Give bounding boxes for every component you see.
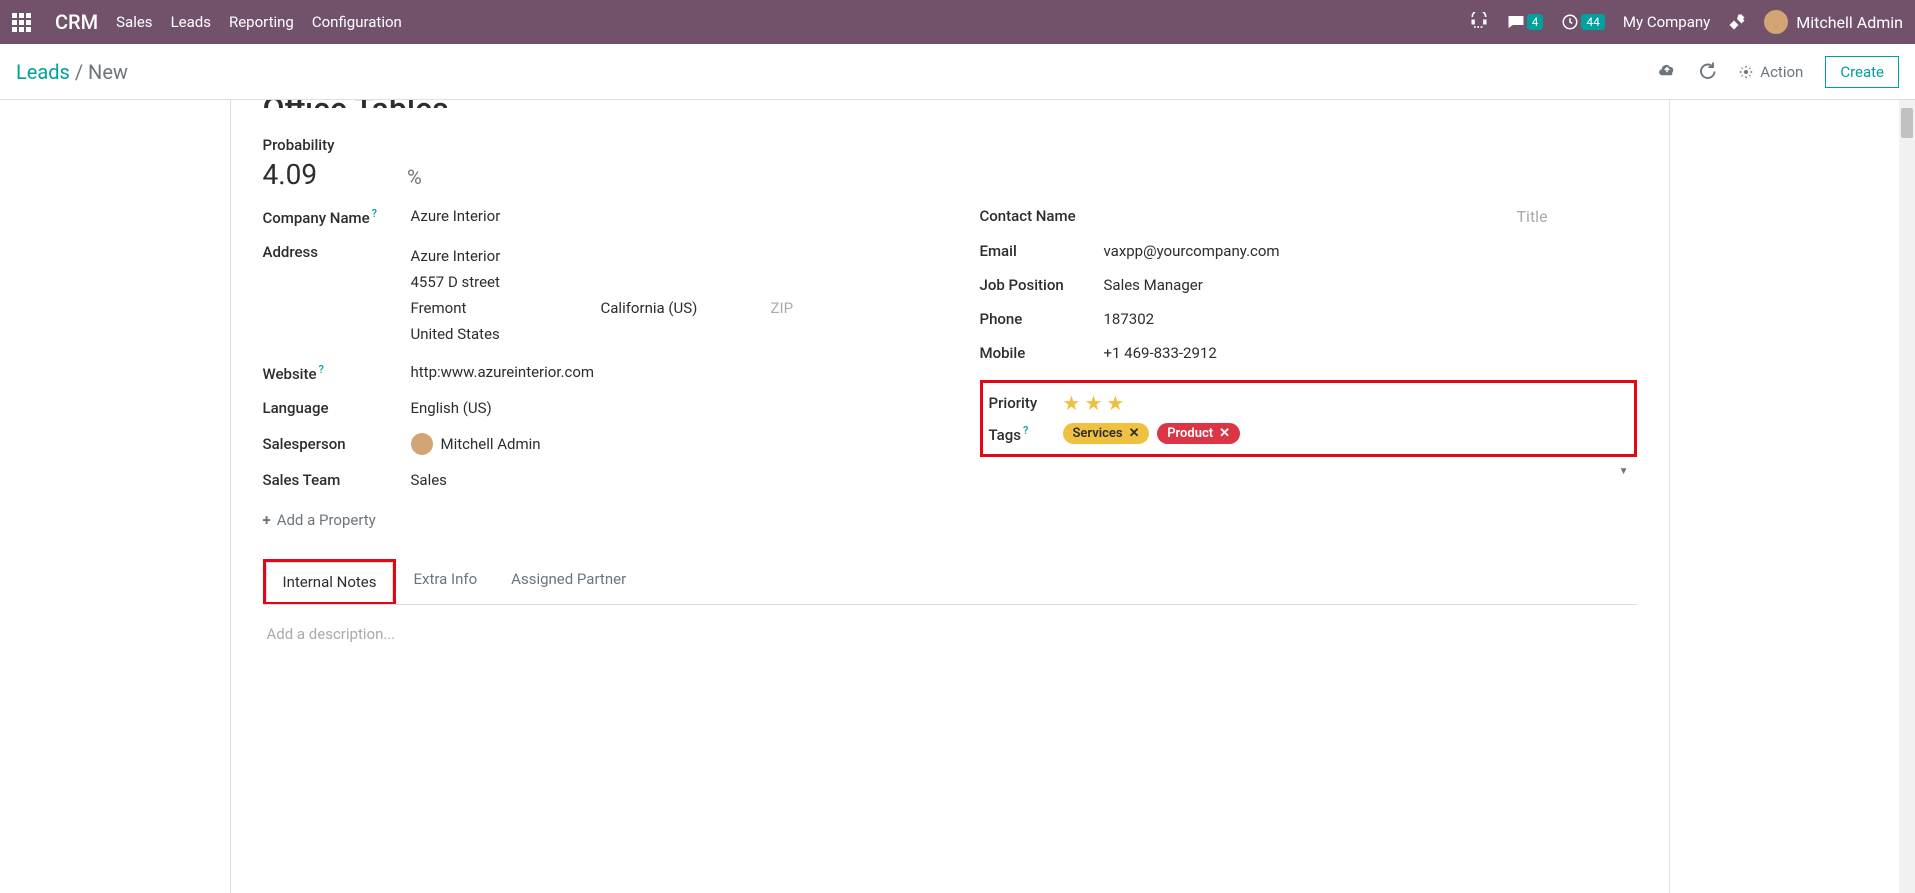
company-switcher[interactable]: My Company xyxy=(1623,13,1710,31)
probability-label: Probability xyxy=(263,136,1637,154)
tab-extra-info[interactable]: Extra Info xyxy=(396,559,494,605)
tools-icon[interactable] xyxy=(1728,13,1746,31)
salesteam-label: Sales Team xyxy=(263,471,411,489)
chevron-down-icon[interactable]: ▼ xyxy=(1619,466,1629,477)
language-field[interactable]: English (US) xyxy=(411,399,920,417)
help-icon[interactable]: ? xyxy=(319,363,324,376)
user-menu[interactable]: Mitchell Admin xyxy=(1764,10,1903,34)
left-column: Company Name? Azure Interior Address Azu… xyxy=(263,199,920,529)
plus-icon: + xyxy=(263,511,271,529)
star-icon[interactable]: ★ xyxy=(1084,391,1102,415)
priority-tags-highlight: Priority ★ ★ ★ Tags? Services✕ Product✕ xyxy=(980,380,1637,457)
help-icon[interactable]: ? xyxy=(1023,424,1028,437)
avatar-icon xyxy=(411,433,433,455)
scrollbar-thumb[interactable] xyxy=(1901,108,1913,138)
address-label: Address xyxy=(263,243,411,261)
close-icon[interactable]: ✕ xyxy=(1129,426,1140,441)
breadcrumb: Leads / New xyxy=(16,60,128,84)
email-field[interactable]: vaxpp@yourcompany.com xyxy=(1104,242,1637,260)
website-field[interactable]: http:www.azureinterior.com xyxy=(411,363,920,383)
tag-product[interactable]: Product✕ xyxy=(1157,423,1240,444)
job-field[interactable]: Sales Manager xyxy=(1104,276,1637,294)
address-state[interactable]: California (US) xyxy=(601,299,771,317)
nav-sales[interactable]: Sales xyxy=(116,13,152,31)
address-field[interactable]: Azure Interior 4557 D street Fremont Cal… xyxy=(411,243,920,347)
cloud-upload-icon[interactable] xyxy=(1658,61,1676,83)
scrollbar[interactable] xyxy=(1899,100,1915,893)
form-sheet: Office Tables Probability 4.09 % Company… xyxy=(230,100,1670,893)
nav-configuration[interactable]: Configuration xyxy=(312,13,402,31)
address-country[interactable]: United States xyxy=(411,321,920,347)
language-label: Language xyxy=(263,399,411,417)
top-navbar: CRM Sales Leads Reporting Configuration … xyxy=(0,0,1915,44)
description-field[interactable]: Add a description... xyxy=(263,605,1637,663)
address-zip[interactable]: ZIP xyxy=(771,299,794,317)
address-city[interactable]: Fremont xyxy=(411,299,601,317)
add-property-button[interactable]: + Add a Property xyxy=(263,511,920,529)
mobile-label: Mobile xyxy=(980,344,1104,362)
breadcrumb-root[interactable]: Leads xyxy=(16,60,70,84)
control-panel: Leads / New Action Create xyxy=(0,44,1915,100)
company-name-field[interactable]: Azure Interior xyxy=(411,207,920,227)
breadcrumb-current: New xyxy=(88,60,128,84)
page-title[interactable]: Office Tables xyxy=(263,100,1637,108)
star-icon[interactable]: ★ xyxy=(1106,391,1124,415)
messages-icon[interactable]: 4 xyxy=(1507,13,1544,31)
discard-icon[interactable] xyxy=(1698,61,1716,83)
salesteam-field[interactable]: Sales xyxy=(411,471,920,489)
nav-reporting[interactable]: Reporting xyxy=(229,13,294,31)
tabs: Internal Notes Extra Info Assigned Partn… xyxy=(263,559,1637,605)
mobile-field[interactable]: +1 469-833-2912 xyxy=(1104,344,1637,362)
salesperson-label: Salesperson xyxy=(263,435,411,453)
tab-internal-notes[interactable]: Internal Notes xyxy=(266,562,394,602)
job-label: Job Position xyxy=(980,276,1104,294)
messages-badge: 4 xyxy=(1527,14,1544,30)
contact-name-field[interactable] xyxy=(1104,207,1517,226)
avatar-icon xyxy=(1764,10,1788,34)
probability-unit: % xyxy=(407,165,422,189)
close-icon[interactable]: ✕ xyxy=(1219,426,1230,441)
right-column: Contact Name Title Email vaxpp@yourcompa… xyxy=(980,199,1637,529)
action-dropdown[interactable]: Action xyxy=(1738,63,1803,81)
title-field[interactable]: Title xyxy=(1517,207,1637,226)
activities-icon[interactable]: 44 xyxy=(1561,13,1605,31)
phone-label: Phone xyxy=(980,310,1104,328)
form-scroll[interactable]: Office Tables Probability 4.09 % Company… xyxy=(0,100,1915,893)
address-name[interactable]: Azure Interior xyxy=(411,243,920,269)
phone-field[interactable]: 187302 xyxy=(1104,310,1637,328)
tab-highlight: Internal Notes xyxy=(263,559,397,605)
apps-icon[interactable] xyxy=(12,13,31,32)
tags-label: Tags? xyxy=(989,424,1063,444)
tab-assigned-partner[interactable]: Assigned Partner xyxy=(494,559,643,605)
activities-badge: 44 xyxy=(1581,14,1605,30)
probability-value[interactable]: 4.09 xyxy=(263,158,318,191)
contact-name-label: Contact Name xyxy=(980,207,1104,226)
tag-services[interactable]: Services✕ xyxy=(1063,423,1150,444)
website-label: Website? xyxy=(263,363,411,383)
priority-stars[interactable]: ★ ★ ★ xyxy=(1063,391,1125,415)
priority-label: Priority xyxy=(989,394,1063,412)
email-label: Email xyxy=(980,242,1104,260)
nav-leads[interactable]: Leads xyxy=(171,13,211,31)
phone-icon[interactable] xyxy=(1469,12,1489,32)
tags-field[interactable]: Services✕ Product✕ xyxy=(1063,423,1628,444)
help-icon[interactable]: ? xyxy=(372,207,377,220)
company-name-label: Company Name? xyxy=(263,207,411,227)
address-street[interactable]: 4557 D street xyxy=(411,269,920,295)
star-icon[interactable]: ★ xyxy=(1063,391,1081,415)
app-brand[interactable]: CRM xyxy=(55,10,98,34)
user-name: Mitchell Admin xyxy=(1796,13,1903,32)
salesperson-field[interactable]: Mitchell Admin xyxy=(411,433,920,455)
create-button[interactable]: Create xyxy=(1825,56,1899,88)
